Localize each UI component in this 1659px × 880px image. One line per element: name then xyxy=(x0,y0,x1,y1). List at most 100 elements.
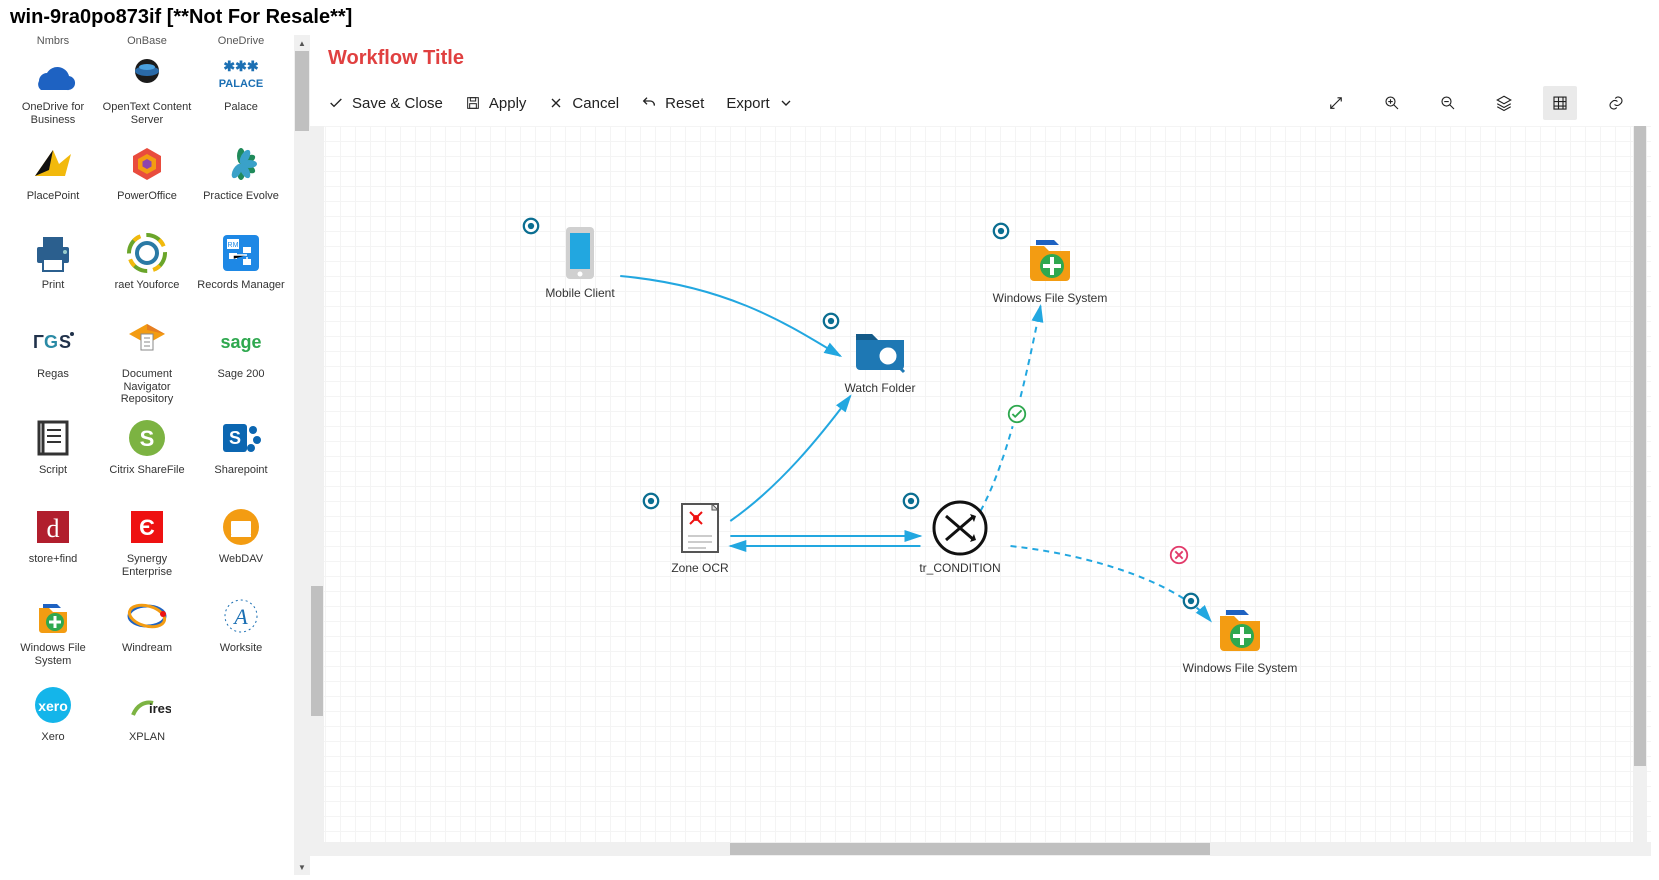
scroll-thumb[interactable] xyxy=(295,51,309,131)
xplan-icon: iress xyxy=(123,681,171,729)
connector-item[interactable]: OpenText Content Server xyxy=(100,49,194,134)
workflow-canvas[interactable]: Mobile Client Watch Folder Windows File Sy… xyxy=(310,126,1651,856)
node-zoneocr[interactable]: Zone OCR xyxy=(640,496,760,575)
connector-label: OpenText Content Server xyxy=(102,101,192,126)
node-label: Watch Folder xyxy=(845,382,916,395)
worksite-icon: A xyxy=(217,592,265,640)
reset-label: Reset xyxy=(665,95,704,112)
grid-toggle-button[interactable] xyxy=(1543,86,1577,120)
node-selector-icon[interactable] xyxy=(992,222,1010,240)
fullscreen-button[interactable] xyxy=(1319,86,1353,120)
node-mobile[interactable]: Mobile Client xyxy=(520,221,640,300)
save-close-button[interactable]: Save & Close xyxy=(328,95,443,112)
export-button[interactable]: Export xyxy=(726,95,793,112)
connector-label: WebDAV xyxy=(219,553,263,566)
print-icon xyxy=(29,229,77,277)
sidebar-item-cut[interactable]: Nmbrs xyxy=(6,35,100,49)
node-cond[interactable]: tr_CONDITION xyxy=(900,496,1020,575)
canvas-vscrollbar[interactable] xyxy=(1633,126,1647,856)
workflow-title[interactable]: Workflow Title xyxy=(328,41,1633,80)
synergy-icon: Є xyxy=(123,503,171,551)
save-icon xyxy=(465,95,481,111)
svg-text:G: G xyxy=(44,332,58,352)
practice-evolve-icon xyxy=(217,140,265,188)
connector-item[interactable]: Document Navigator Repository xyxy=(100,316,194,408)
svg-text:RM: RM xyxy=(228,242,239,249)
connector-item[interactable]: AWorksite xyxy=(194,590,288,675)
node-label: Zone OCR xyxy=(671,562,728,575)
reset-button[interactable]: Reset xyxy=(641,95,704,112)
zoom-out-button[interactable] xyxy=(1431,86,1465,120)
link-icon xyxy=(1607,94,1625,112)
connector-label: Document Navigator Repository xyxy=(102,368,192,406)
node-wfs2[interactable]: Windows File System xyxy=(1180,596,1300,675)
connector-item[interactable]: raet Youforce xyxy=(100,227,194,312)
node-selector-icon[interactable] xyxy=(522,217,540,235)
svg-text:S: S xyxy=(140,426,155,451)
storefind-icon: d xyxy=(29,503,77,551)
node-wfs1[interactable]: Windows File System xyxy=(990,226,1110,305)
node-selector-icon[interactable] xyxy=(822,312,840,330)
canvas-left-scrollbar[interactable] xyxy=(310,126,324,856)
svg-text:sage: sage xyxy=(220,332,261,352)
sharepoint-icon: S xyxy=(217,414,265,462)
svg-text:A: A xyxy=(232,604,248,629)
svg-text:d: d xyxy=(47,514,60,543)
palace-icon: ✱✱✱PALACE xyxy=(217,51,265,99)
connector-item[interactable]: xeroXero xyxy=(6,679,100,764)
layers-button[interactable] xyxy=(1487,86,1521,120)
connector-label: Regas xyxy=(37,368,69,381)
script-icon xyxy=(29,414,77,462)
zoneocr-icon xyxy=(668,496,732,560)
scroll-down-icon[interactable]: ▼ xyxy=(294,859,310,875)
cancel-button[interactable]: Cancel xyxy=(548,95,619,112)
node-watch[interactable]: Watch Folder xyxy=(820,316,940,395)
connector-item[interactable]: ✱✱✱PALACEPalace xyxy=(194,49,288,134)
window-title: win-9ra0po873if [**Not For Resale**] xyxy=(0,0,1659,35)
connector-label: Practice Evolve xyxy=(203,190,279,203)
node-selector-icon[interactable] xyxy=(642,492,660,510)
canvas-hscrollbar[interactable] xyxy=(310,842,1651,856)
connector-item[interactable]: Script xyxy=(6,412,100,497)
connector-item[interactable]: dstore+find xyxy=(6,501,100,586)
records-icon: RM xyxy=(217,229,265,277)
scroll-up-icon[interactable]: ▲ xyxy=(294,35,310,51)
node-selector-icon[interactable] xyxy=(1182,592,1200,610)
connector-item[interactable]: Windows File System xyxy=(6,590,100,675)
connector-label: Sage 200 xyxy=(217,368,264,381)
connector-label: Windows File System xyxy=(8,642,98,667)
wfs-icon xyxy=(1018,226,1082,290)
connector-item[interactable]: PlacePoint xyxy=(6,138,100,223)
connector-label: PlacePoint xyxy=(27,190,80,203)
node-selector-icon[interactable] xyxy=(902,492,920,510)
connector-label: Script xyxy=(39,464,67,477)
connector-item[interactable]: sage Sage 200 xyxy=(194,316,288,408)
connector-item[interactable]: Practice Evolve xyxy=(194,138,288,223)
sidebar-scrollbar[interactable]: ▲ ▼ xyxy=(294,35,310,875)
connector-item[interactable]: OneDrive for Business xyxy=(6,49,100,134)
connector-item[interactable]: SCitrix ShareFile xyxy=(100,412,194,497)
connector-item[interactable]: PowerOffice xyxy=(100,138,194,223)
connector-item[interactable]: iressXPLAN xyxy=(100,679,194,764)
connector-item[interactable]: ΓGSRegas xyxy=(6,316,100,408)
connector-item[interactable]: RMRecords Manager xyxy=(194,227,288,312)
zoom-out-icon xyxy=(1439,94,1457,112)
connector-item[interactable]: Windream xyxy=(100,590,194,675)
connector-item[interactable]: WebDAV xyxy=(194,501,288,586)
connector-item[interactable]: Print xyxy=(6,227,100,312)
opentext-icon xyxy=(123,51,171,99)
sidebar-item-cut[interactable]: OneDrive xyxy=(194,35,288,49)
connector-label: Sharepoint xyxy=(214,464,267,477)
connector-item[interactable]: ЄSynergy Enterprise xyxy=(100,501,194,586)
onedrive-biz-icon xyxy=(29,51,77,99)
svg-text:iress: iress xyxy=(149,701,171,716)
connector-item[interactable]: S Sharepoint xyxy=(194,412,288,497)
grid-icon xyxy=(1551,94,1569,112)
link-button[interactable] xyxy=(1599,86,1633,120)
apply-button[interactable]: Apply xyxy=(465,95,527,112)
layers-icon xyxy=(1495,94,1513,112)
zoom-in-button[interactable] xyxy=(1375,86,1409,120)
sidebar-item-cut[interactable]: OnBase xyxy=(100,35,194,49)
chevron-down-icon xyxy=(778,95,794,111)
svg-text:xero: xero xyxy=(38,698,68,714)
